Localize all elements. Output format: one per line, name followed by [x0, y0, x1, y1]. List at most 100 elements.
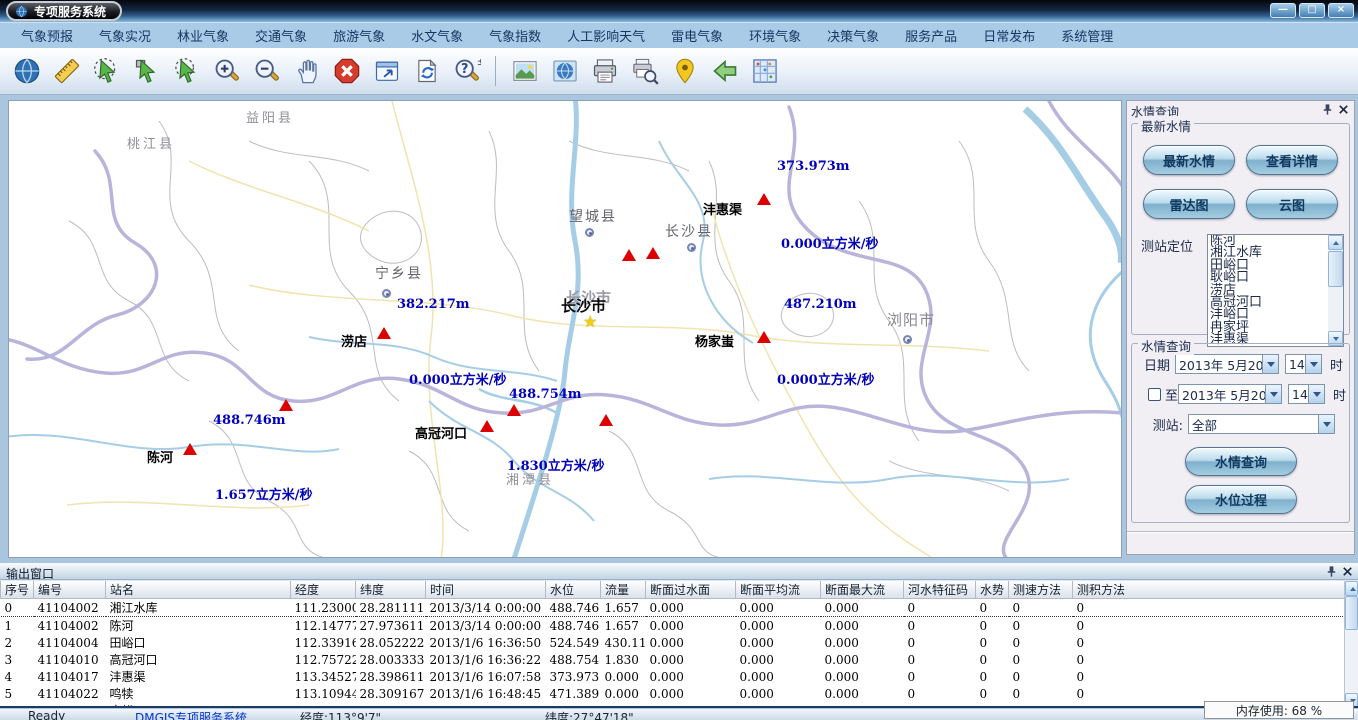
- ruler-icon[interactable]: [50, 54, 83, 88]
- chevron-down-icon[interactable]: [1262, 355, 1278, 373]
- table-row[interactable]: 141104002陈河112.14777827.9736112013/3/14 …: [1, 617, 1345, 635]
- latest-button-3[interactable]: 云图: [1246, 189, 1338, 219]
- image-export-icon[interactable]: [508, 54, 541, 88]
- menu-item-0[interactable]: 气象预报: [8, 26, 86, 45]
- scroll-up-icon[interactable]: [1345, 581, 1358, 596]
- close-output-icon[interactable]: [1341, 565, 1354, 578]
- back-arrow-icon[interactable]: [708, 54, 741, 88]
- help-zoom-icon[interactable]: [450, 54, 483, 88]
- refresh-icon[interactable]: [410, 54, 443, 88]
- column-header[interactable]: 水势: [976, 581, 1009, 599]
- station-marker-icon[interactable]: [183, 443, 197, 455]
- locate-pin-icon[interactable]: [668, 54, 701, 88]
- table-row[interactable]: 541104022鸣犊113.10944428.3091672013/1/6 1…: [1, 685, 1345, 702]
- select-arrow-icon[interactable]: [130, 54, 163, 88]
- stop-icon[interactable]: [330, 54, 363, 88]
- table-row[interactable]: 341104010高冠河口112.75722228.0033332013/1/6…: [1, 651, 1345, 668]
- select-lasso-icon[interactable]: [90, 54, 123, 88]
- table-cell: 28.022853: [356, 702, 426, 708]
- globe-icon[interactable]: [10, 54, 43, 88]
- zoom-in-icon[interactable]: [210, 54, 243, 88]
- full-extent-icon[interactable]: [370, 54, 403, 88]
- column-header[interactable]: 纬度: [356, 581, 426, 599]
- table-row[interactable]: 441104017沣惠渠113.34527828.3986112013/1/6 …: [1, 668, 1345, 685]
- select-circle-icon[interactable]: [170, 54, 203, 88]
- chevron-down-icon[interactable]: [1308, 385, 1324, 403]
- menu-item-5[interactable]: 水文气象: [398, 26, 476, 45]
- print-preview-icon[interactable]: [628, 54, 661, 88]
- close-button[interactable]: ×: [1328, 3, 1354, 18]
- hour-to-select[interactable]: 14: [1288, 384, 1325, 404]
- hour-from-select[interactable]: 14: [1285, 354, 1322, 374]
- column-header[interactable]: 水位: [546, 581, 601, 599]
- station-marker-icon[interactable]: [279, 399, 293, 411]
- table-row[interactable]: 241104004田峪口112.33916728.0522222013/1/6 …: [1, 634, 1345, 651]
- print-icon[interactable]: [588, 54, 621, 88]
- menu-item-11[interactable]: 服务产品: [892, 26, 970, 45]
- column-header[interactable]: 编号: [34, 581, 106, 599]
- chevron-down-icon[interactable]: [1318, 415, 1334, 433]
- station-marker-icon[interactable]: [599, 414, 613, 426]
- column-header[interactable]: 河水特征码: [904, 581, 976, 599]
- column-header[interactable]: 流量: [601, 581, 646, 599]
- scroll-thumb[interactable]: [1328, 251, 1343, 287]
- station-listbox[interactable]: 陈河湘江水库田峪口耿峪口涝店高冠河口沣峪口冉家坪沣惠渠: [1207, 234, 1344, 347]
- close-panel-icon[interactable]: [1337, 103, 1350, 116]
- minimize-button[interactable]: —: [1270, 3, 1296, 18]
- latest-button-2[interactable]: 雷达图: [1143, 189, 1235, 219]
- station-marker-icon[interactable]: [480, 420, 494, 432]
- menu-item-7[interactable]: 人工影响天气: [554, 26, 658, 45]
- menu-item-9[interactable]: 环境气象: [736, 26, 814, 45]
- menu-item-2[interactable]: 林业气象: [164, 26, 242, 45]
- pin-icon[interactable]: [1325, 565, 1338, 578]
- grid-map-icon[interactable]: [748, 54, 781, 88]
- station-marker-icon[interactable]: [646, 247, 660, 259]
- zoom-out-icon[interactable]: [250, 54, 283, 88]
- menu-item-10[interactable]: 决策气象: [814, 26, 892, 45]
- query-button-0[interactable]: 水情查询: [1185, 447, 1297, 476]
- menu-item-3[interactable]: 交通气象: [242, 26, 320, 45]
- pan-icon[interactable]: [290, 54, 323, 88]
- menu-item-13[interactable]: 系统管理: [1048, 26, 1126, 45]
- column-header[interactable]: 时间: [426, 581, 546, 599]
- column-header[interactable]: 序号: [1, 581, 34, 599]
- station-marker-icon[interactable]: [757, 193, 771, 205]
- menu-item-12[interactable]: 日常发布: [970, 26, 1048, 45]
- map-canvas[interactable]: 益阳县桃江县宁乡县望城县长沙县长沙市长沙市浏阳市湘潭县涝店沣惠渠杨家蚩陈河高冠河…: [8, 100, 1122, 558]
- list-scrollbar[interactable]: [1328, 235, 1343, 346]
- table-cell: 28.398611: [356, 668, 426, 685]
- world-icon[interactable]: [548, 54, 581, 88]
- column-header[interactable]: 经度: [291, 581, 356, 599]
- column-header[interactable]: 测积方法: [1073, 581, 1345, 599]
- menu-item-6[interactable]: 气象指数: [476, 26, 554, 45]
- table-row[interactable]: 041104002湘江水库111.23000028.2811112013/3/1…: [1, 599, 1345, 617]
- query-button-1[interactable]: 水位过程: [1185, 485, 1297, 514]
- column-header[interactable]: 断面过水面: [646, 581, 736, 599]
- latest-button-1[interactable]: 查看详情: [1246, 145, 1338, 175]
- scroll-thumb[interactable]: [1345, 596, 1358, 630]
- date-from-select[interactable]: 2013年 5月20日: [1175, 354, 1279, 374]
- latest-button-0[interactable]: 最新水情: [1143, 145, 1235, 175]
- maximize-button[interactable]: □: [1299, 3, 1325, 18]
- to-checkbox[interactable]: [1148, 388, 1161, 401]
- status-latitude: 纬度:27°47'18": [545, 709, 634, 720]
- column-header[interactable]: 测速方法: [1009, 581, 1073, 599]
- menu-item-4[interactable]: 旅游气象: [320, 26, 398, 45]
- pin-icon[interactable]: [1321, 103, 1334, 116]
- column-header[interactable]: 断面平均流: [736, 581, 821, 599]
- station-marker-icon[interactable]: [622, 249, 636, 261]
- chevron-down-icon[interactable]: [1305, 355, 1321, 373]
- table-scrollbar[interactable]: [1344, 581, 1358, 708]
- chevron-down-icon[interactable]: [1265, 385, 1281, 403]
- menu-item-1[interactable]: 气象实况: [86, 26, 164, 45]
- table-row[interactable]: 641104031庄峪口112.92277828.0228532013/1/9 …: [1, 702, 1345, 708]
- station-marker-icon[interactable]: [377, 327, 391, 339]
- station-marker-icon[interactable]: [507, 404, 521, 416]
- menu-item-8[interactable]: 雷电气象: [658, 26, 736, 45]
- column-header[interactable]: 站名: [106, 581, 291, 599]
- station-select[interactable]: 全部: [1188, 414, 1335, 434]
- column-header[interactable]: 断面最大流: [821, 581, 904, 599]
- date-to-select[interactable]: 2013年 5月20日: [1178, 384, 1282, 404]
- station-marker-icon[interactable]: [757, 331, 771, 343]
- scroll-up-icon[interactable]: [1328, 235, 1343, 250]
